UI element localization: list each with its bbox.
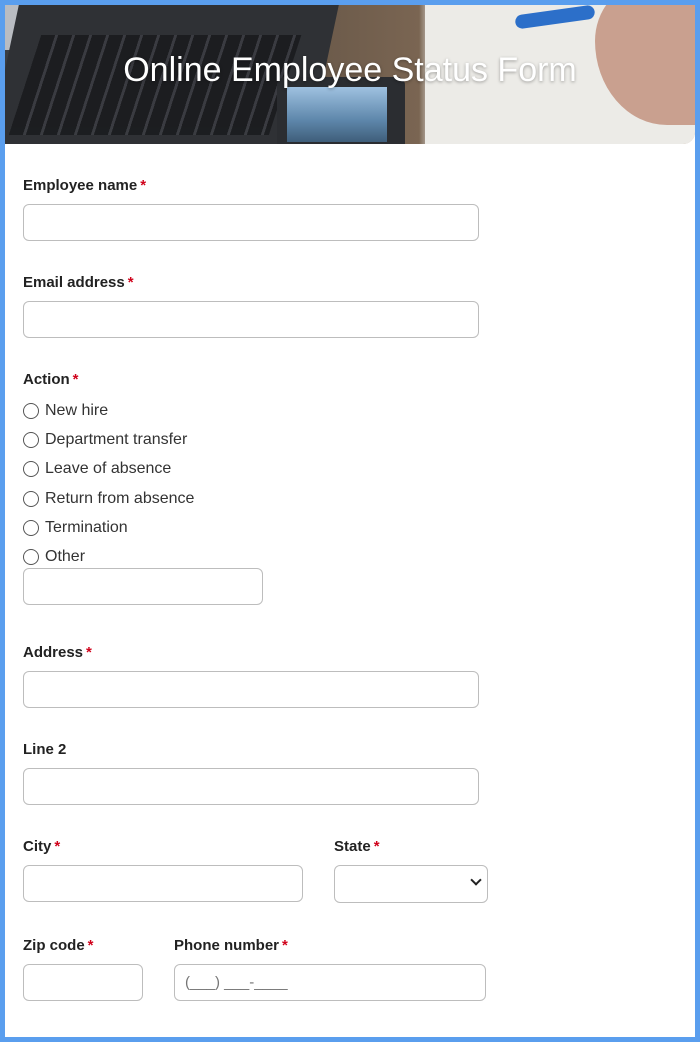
state-select[interactable] [334,865,488,903]
email-label-text: Email address [23,274,125,291]
radio-circle-icon[interactable] [23,432,39,448]
line2-label-text: Line 2 [23,741,67,758]
city-label: City * [23,838,60,855]
city-input[interactable] [23,865,303,902]
radio-option-return-from-absence[interactable]: Return from absence [23,488,194,510]
zip-code-input[interactable] [23,964,143,1001]
address-line2-input[interactable] [23,768,479,805]
phone-label: Phone number * [174,937,288,954]
zip-label-text: Zip code [23,937,85,954]
banner-phone-screen [287,87,387,142]
radio-option-termination[interactable]: Termination [23,517,128,539]
radio-label: New hire [45,402,109,419]
email-input[interactable] [23,301,479,338]
line2-label: Line 2 [23,741,66,758]
required-marker: * [86,644,92,661]
radio-label: Return from absence [45,490,195,507]
required-marker: * [127,274,134,291]
action-label-text: Action [23,371,70,388]
radio-option-department-transfer[interactable]: Department transfer [23,429,187,451]
required-marker: * [140,177,147,194]
employee-name-label: Employee name * [23,177,146,194]
radio-circle-icon[interactable] [23,549,39,565]
radio-label: Leave of absence [45,460,172,477]
form-frame: Online Employee Status Form Employee nam… [5,5,695,1037]
radio-label: Termination [45,519,128,536]
radio-option-other[interactable]: Other [23,546,85,568]
action-label: Action * [23,371,79,388]
radio-circle-icon[interactable] [23,461,39,477]
employee-name-input[interactable] [23,204,479,241]
radio-circle-icon[interactable] [23,403,39,419]
radio-option-leave-of-absence[interactable]: Leave of absence [23,458,171,480]
required-marker: * [373,838,380,855]
employee-name-label-text: Employee name [23,177,138,194]
state-label: State * [334,838,380,855]
header-banner: Online Employee Status Form [5,5,695,144]
radio-label: Other [45,548,86,565]
other-action-input[interactable] [23,568,263,605]
required-marker: * [72,371,79,388]
email-label: Email address * [23,274,134,291]
radio-circle-icon[interactable] [23,491,39,507]
address-label-text: Address [23,644,84,661]
radio-label: Department transfer [45,431,188,448]
state-label-text: State [334,838,371,855]
radio-circle-icon[interactable] [23,520,39,536]
address-input[interactable] [23,671,479,708]
city-label-text: City [23,838,52,855]
state-select-wrapper[interactable] [334,865,488,903]
phone-number-input[interactable] [174,964,486,1001]
address-label: Address * [23,644,92,661]
zip-label: Zip code * [23,937,94,954]
required-marker: * [54,838,61,855]
required-marker: * [282,937,288,954]
phone-label-text: Phone number [174,937,280,954]
form-title: Online Employee Status Form [123,51,577,89]
radio-option-new-hire[interactable]: New hire [23,400,108,422]
required-marker: * [87,937,94,954]
